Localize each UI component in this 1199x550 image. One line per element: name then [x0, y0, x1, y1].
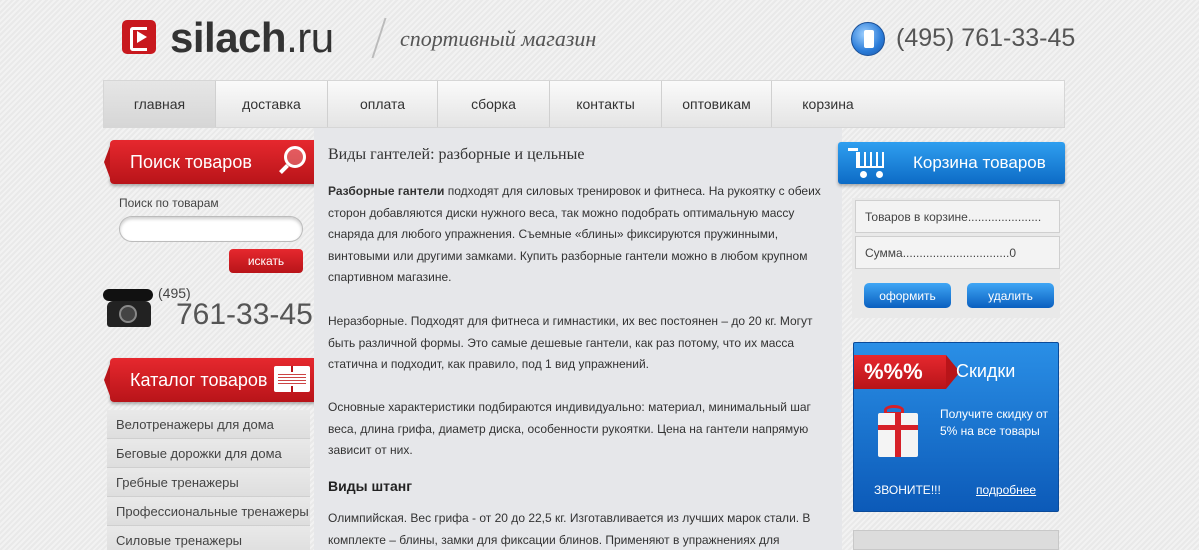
article-paragraph: Разборные гантели подходят для силовых т…: [328, 184, 821, 284]
nav-item-assembly[interactable]: сборка: [438, 81, 550, 127]
cart-panel-header: Корзина товаров: [838, 142, 1065, 184]
cart-sum: Сумма................................0: [855, 236, 1060, 269]
article-paragraph: Олимпийская. Вес грифа - от 20 до 22,5 к…: [328, 511, 811, 547]
search-button[interactable]: искать: [229, 249, 303, 273]
phone-number: 761-33-45: [176, 298, 313, 331]
main-nav: главная доставка оплата сборка контакты …: [103, 80, 1065, 128]
nav-item-home[interactable]: главная: [104, 81, 216, 127]
discount-more-link[interactable]: подробнее: [976, 483, 1036, 497]
nav-item-delivery[interactable]: доставка: [216, 81, 328, 127]
discount-badge: %%%: [854, 355, 960, 389]
cart-items-count: Товаров в корзине......................: [855, 200, 1060, 233]
logo-icon[interactable]: [122, 20, 156, 54]
search-panel-title: Поиск товаров: [130, 151, 252, 172]
article-paragraph: Основные характеристики подбираются инди…: [328, 400, 811, 457]
nav-item-cart[interactable]: корзина: [772, 81, 884, 127]
discount-text: Получите скидку от 5% на все товары: [940, 407, 1048, 438]
article-paragraph: Неразборные. Подходят для фитнеса и гимн…: [328, 314, 813, 371]
catalog-item[interactable]: Гребные тренажеры: [107, 468, 310, 497]
clear-cart-button[interactable]: удалить: [967, 283, 1054, 308]
checkout-button[interactable]: оформить: [864, 283, 951, 308]
nav-item-payment[interactable]: оплата: [328, 81, 438, 127]
search-panel-header: Поиск товаров: [104, 140, 320, 184]
site-tagline: спортивный магазин: [400, 26, 597, 51]
discount-banner[interactable]: %%% Скидки Получите скидку от 5% на все …: [853, 342, 1059, 512]
catalog-list: Велотренажеры для дома Беговые дорожки д…: [107, 410, 310, 550]
gift-icon: [878, 413, 918, 457]
catalog-item[interactable]: Профессиональные тренажеры: [107, 497, 310, 526]
nav-item-wholesale[interactable]: оптовикам: [662, 81, 772, 127]
telephone-icon: [103, 287, 153, 329]
cart-panel-title: Корзина товаров: [913, 153, 1046, 172]
book-icon: [274, 366, 310, 392]
mobile-phone-icon: [851, 22, 885, 56]
next-panel: [853, 530, 1059, 550]
site-logo[interactable]: silach.ru: [170, 14, 334, 62]
catalog-item[interactable]: Беговые дорожки для дома: [107, 439, 310, 468]
discount-title: Скидки: [956, 361, 1016, 381]
article-subheading: Виды штанг: [328, 478, 413, 494]
catalog-panel-header: Каталог товаров: [104, 358, 322, 402]
catalog-item[interactable]: Силовые тренажеры: [107, 526, 310, 550]
header-phone: (495) 761-33-45: [896, 24, 1076, 52]
catalog-item[interactable]: Велотренажеры для дома: [107, 410, 310, 439]
discount-call: ЗВОНИТЕ!!!: [874, 483, 941, 497]
magnifier-icon: [284, 146, 306, 168]
nav-item-contacts[interactable]: контакты: [550, 81, 662, 127]
search-input[interactable]: [119, 216, 303, 242]
catalog-panel-title: Каталог товаров: [130, 369, 268, 390]
article-title: Виды гантелей: разборные и цельные: [328, 146, 585, 163]
search-label: Поиск по товарам: [119, 196, 219, 210]
logo-divider: [371, 18, 387, 58]
shopping-cart-icon: [848, 146, 888, 180]
